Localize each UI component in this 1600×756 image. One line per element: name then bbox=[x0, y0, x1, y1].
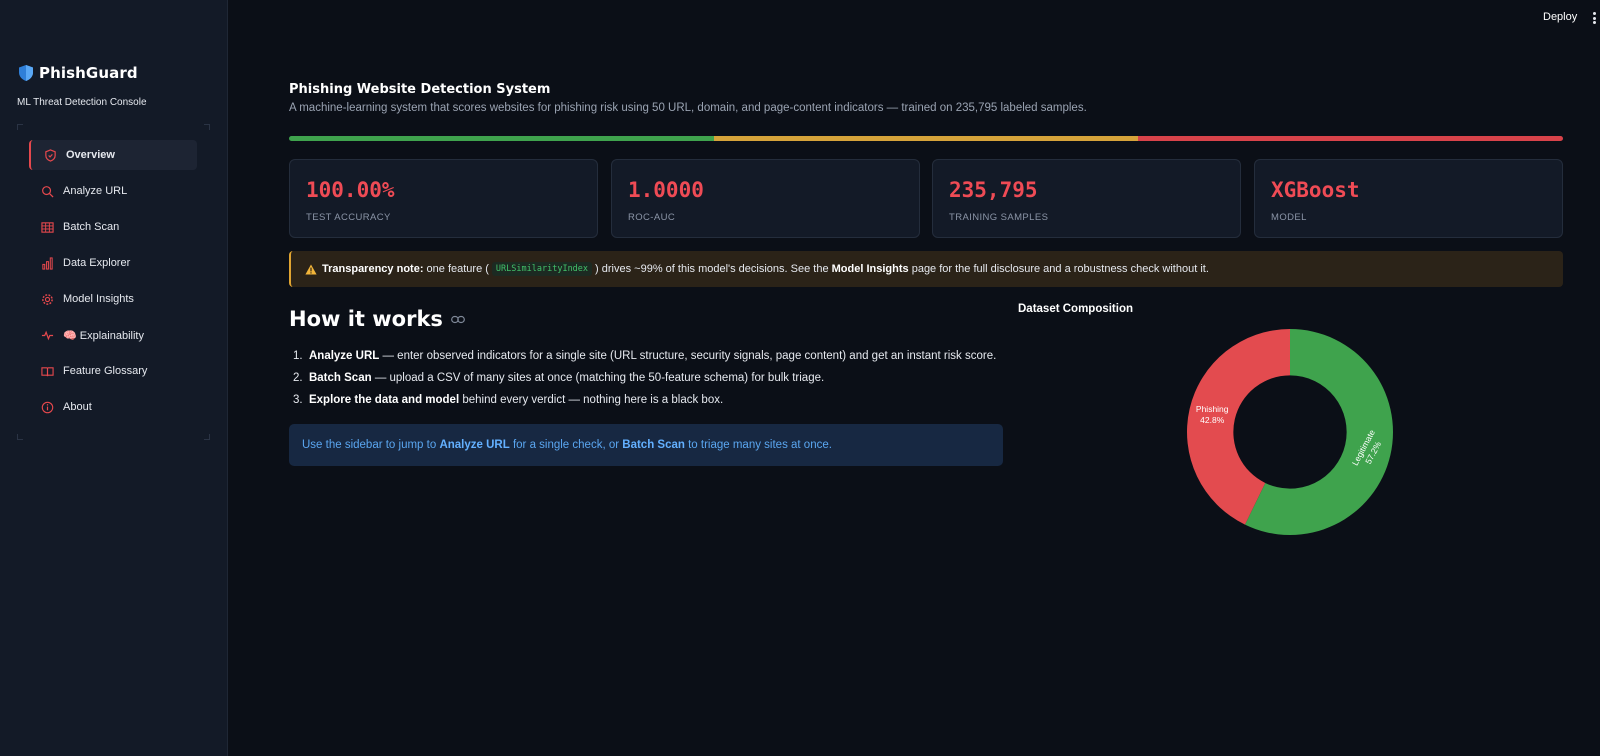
info-icon bbox=[41, 401, 54, 413]
sidebar-item-label: About bbox=[63, 401, 92, 413]
section-heading: How it works bbox=[289, 307, 443, 331]
metric-value: 1.0000 bbox=[628, 178, 704, 202]
sidebar-nav: Overview Analyze URL Batch Scan Data Exp… bbox=[17, 124, 210, 440]
shield-logo-icon bbox=[19, 65, 33, 81]
step-number: 2. bbox=[293, 372, 303, 384]
sidebar-item-model-insights[interactable]: Model Insights bbox=[29, 284, 197, 314]
steps-list: 1. Analyze URL — enter observed indicato… bbox=[293, 350, 996, 416]
book-icon bbox=[41, 366, 54, 376]
info-text: to triage many sites at once. bbox=[688, 439, 832, 451]
risk-bar-segment-low bbox=[289, 136, 714, 141]
step-text: — enter observed indicators for a single… bbox=[379, 350, 997, 362]
gear-icon bbox=[42, 293, 53, 305]
nav-corner bbox=[17, 434, 23, 440]
sidebar-item-label: Data Explorer bbox=[63, 257, 131, 269]
model-insights-link[interactable]: Model Insights bbox=[832, 263, 909, 275]
chart-title: Dataset Composition bbox=[1018, 303, 1134, 315]
risk-bar-segment-high bbox=[1138, 136, 1563, 141]
step-title: Batch Scan bbox=[308, 372, 372, 384]
shield-icon bbox=[45, 148, 56, 162]
metric-card-accuracy: 100.00% TEST ACCURACY bbox=[289, 159, 598, 238]
metric-label: ROC-AUC bbox=[628, 212, 676, 223]
more-menu-icon[interactable] bbox=[1593, 12, 1597, 24]
metric-value: 235,795 bbox=[949, 178, 1038, 202]
dataset-composition-donut: Legitimate57.2%Phishing42.8% bbox=[1187, 329, 1393, 535]
warning-text: page for the full disclosure and a robus… bbox=[911, 263, 1209, 275]
sidebar-item-explainability[interactable]: 🧠 Explainability bbox=[29, 320, 197, 350]
slice-value-label: 42.8% bbox=[1200, 415, 1225, 425]
info-text: for a single check, or bbox=[512, 439, 620, 451]
table-icon bbox=[41, 221, 54, 233]
sidebar: PhishGuard ML Threat Detection Console O… bbox=[0, 0, 228, 756]
step-text: behind every verdict — nothing here is a… bbox=[459, 394, 724, 406]
sidebar-item-label: Analyze URL bbox=[63, 185, 128, 197]
sidebar-item-feature-glossary[interactable]: Feature Glossary bbox=[29, 356, 197, 386]
slice-category-label: Phishing bbox=[1196, 404, 1229, 414]
metric-value: XGBoost bbox=[1271, 178, 1360, 202]
bar-chart-icon bbox=[42, 256, 53, 270]
sidebar-item-label: Feature Glossary bbox=[63, 365, 148, 377]
sidebar-item-about[interactable]: About bbox=[29, 392, 197, 422]
info-callout: Use the sidebar to jump to Analyze URL f… bbox=[289, 424, 1003, 466]
sidebar-item-data-explorer[interactable]: Data Explorer bbox=[29, 248, 197, 278]
brand: PhishGuard bbox=[19, 64, 138, 82]
search-icon bbox=[42, 185, 54, 198]
transparency-warning: Transparency note: one feature ( URLSimi… bbox=[289, 251, 1563, 287]
list-item: 2. Batch Scan — upload a CSV of many sit… bbox=[293, 372, 996, 394]
sidebar-item-analyze-url[interactable]: Analyze URL bbox=[29, 176, 197, 206]
warning-text: one feature ( bbox=[426, 263, 489, 275]
list-item: 3. Explore the data and model behind eve… bbox=[293, 394, 996, 416]
sidebar-item-batch-scan[interactable]: Batch Scan bbox=[29, 212, 197, 242]
page-title: Phishing Website Detection System bbox=[289, 82, 551, 97]
nav-corner bbox=[17, 124, 23, 130]
step-text: — upload a CSV of many sites at once (ma… bbox=[371, 372, 825, 384]
anchor-link-icon[interactable] bbox=[451, 315, 465, 324]
sidebar-item-label: Model Insights bbox=[63, 293, 134, 305]
feature-code: URLSimilarityIndex bbox=[491, 262, 593, 276]
nav-corner bbox=[204, 434, 210, 440]
step-title: Explore the data and model bbox=[308, 394, 460, 406]
info-text: Use the sidebar to jump to bbox=[302, 439, 437, 451]
sidebar-item-label: Overview bbox=[66, 149, 115, 161]
sidebar-item-overview[interactable]: Overview bbox=[29, 140, 197, 170]
risk-gradient-bar bbox=[289, 136, 1563, 141]
risk-bar-segment-medium bbox=[713, 136, 1139, 141]
pulse-icon bbox=[41, 330, 54, 340]
analyze-url-link[interactable]: Analyze URL bbox=[439, 439, 509, 451]
page-subtitle: A machine-learning system that scores we… bbox=[289, 102, 1087, 114]
app-name: PhishGuard bbox=[39, 64, 138, 82]
metric-label: TEST ACCURACY bbox=[306, 212, 391, 223]
metric-card-model: XGBoost MODEL bbox=[1254, 159, 1563, 238]
metric-label: TRAINING SAMPLES bbox=[949, 212, 1049, 223]
warning-lead: Transparency note: bbox=[322, 263, 424, 275]
batch-scan-link[interactable]: Batch Scan bbox=[622, 439, 685, 451]
step-number: 3. bbox=[293, 394, 303, 406]
nav-corner bbox=[204, 124, 210, 130]
warning-text: ) drives ~99% of this model's decisions.… bbox=[595, 263, 829, 275]
app-subtitle: ML Threat Detection Console bbox=[17, 97, 147, 108]
list-item: 1. Analyze URL — enter observed indicato… bbox=[293, 350, 996, 372]
step-number: 1. bbox=[293, 350, 303, 362]
metric-card-roc-auc: 1.0000 ROC-AUC bbox=[611, 159, 920, 238]
sidebar-item-label: 🧠 Explainability bbox=[63, 329, 144, 342]
metric-card-training-samples: 235,795 TRAINING SAMPLES bbox=[932, 159, 1241, 238]
metric-label: MODEL bbox=[1271, 212, 1307, 223]
deploy-button[interactable]: Deploy bbox=[1543, 11, 1577, 23]
how-it-works-heading: How it works bbox=[289, 307, 465, 331]
pie-label-phishing: Phishing42.8% bbox=[1196, 404, 1229, 425]
sidebar-item-label: Batch Scan bbox=[63, 221, 120, 233]
step-title: Analyze URL bbox=[308, 350, 380, 362]
warning-icon bbox=[305, 264, 317, 274]
metric-value: 100.00% bbox=[306, 178, 395, 202]
